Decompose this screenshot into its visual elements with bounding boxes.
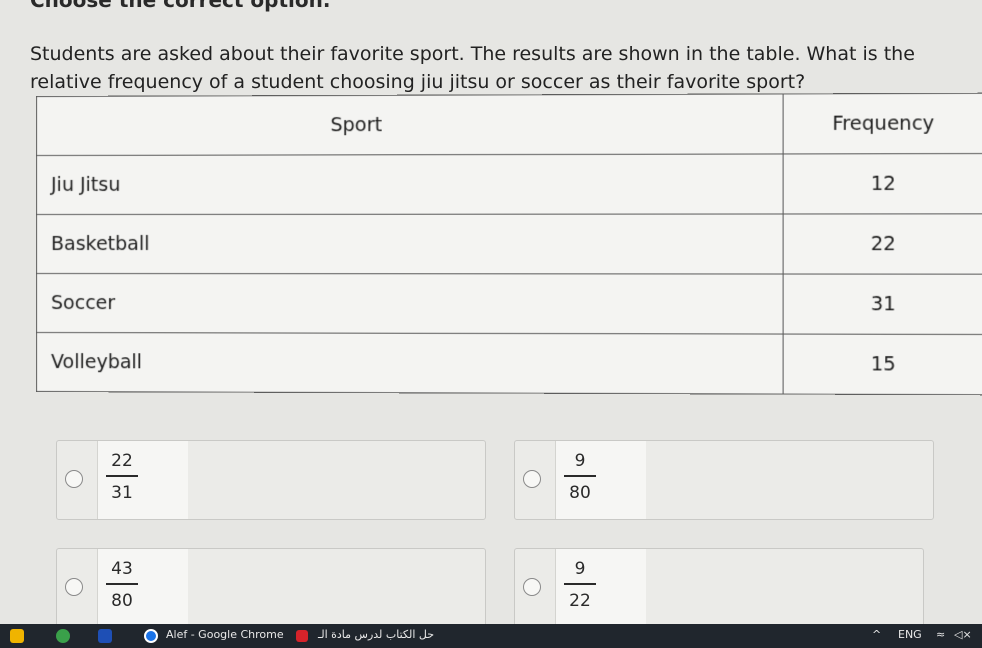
sport-name: Volleyball — [36, 333, 783, 395]
fraction-numerator: 9 — [575, 451, 586, 475]
fraction-numerator: 9 — [575, 559, 586, 583]
sport-frequency: 15 — [783, 334, 982, 395]
folder-icon[interactable] — [10, 629, 24, 643]
sport-frequency: 12 — [783, 154, 982, 214]
header-frequency: Frequency — [783, 93, 982, 154]
option-c[interactable]: 43 80 — [56, 548, 486, 628]
taskbar-arabic-label[interactable]: حل الكتاب لدرس مادة الـ — [318, 628, 434, 641]
fraction: 9 22 — [557, 559, 603, 611]
table-row: Volleyball 15 — [36, 333, 982, 395]
sport-frequency: 22 — [783, 214, 982, 274]
header-sport: Sport — [36, 94, 783, 156]
wifi-icon[interactable]: ≈ — [936, 628, 945, 641]
fraction: 43 80 — [99, 559, 145, 611]
chevron-up-icon[interactable]: ^ — [872, 628, 881, 641]
fraction-denominator: 80 — [569, 477, 591, 503]
sport-frequency: 31 — [783, 274, 982, 334]
option-a[interactable]: 22 31 — [56, 440, 486, 520]
fraction: 22 31 — [99, 451, 145, 503]
language-indicator[interactable]: ENG — [898, 628, 922, 641]
radio-button[interactable] — [523, 578, 541, 596]
option-b[interactable]: 9 80 — [514, 440, 934, 520]
table-header-row: Sport Frequency — [36, 93, 982, 155]
app-icon[interactable] — [56, 629, 70, 643]
table-row: Basketball 22 — [36, 214, 982, 274]
radio-button[interactable] — [65, 578, 83, 596]
table-row: Jiu Jitsu 12 — [36, 154, 982, 215]
fraction: 9 80 — [557, 451, 603, 503]
chrome-icon[interactable] — [144, 629, 158, 643]
instruction-header: Choose the correct option. — [30, 0, 330, 12]
table-row: Soccer 31 — [36, 274, 982, 335]
sport-name: Basketball — [36, 214, 783, 274]
fraction-denominator: 31 — [111, 477, 133, 503]
fraction-denominator: 22 — [569, 585, 591, 611]
fraction-numerator: 43 — [111, 559, 133, 583]
sport-name: Jiu Jitsu — [36, 154, 783, 215]
sport-frequency-table: Sport Frequency Jiu Jitsu 12 Basketball … — [36, 93, 982, 396]
taskbar-chrome-label[interactable]: Alef - Google Chrome — [166, 628, 284, 641]
option-d[interactable]: 9 22 — [514, 548, 924, 628]
question-text: Students are asked about their favorite … — [30, 40, 960, 96]
radio-button[interactable] — [65, 470, 83, 488]
fraction-denominator: 80 — [111, 585, 133, 611]
taskbar: Alef - Google Chrome حل الكتاب لدرس مادة… — [0, 624, 982, 648]
sport-name: Soccer — [36, 274, 783, 335]
volume-icon[interactable]: ◁× — [954, 628, 972, 641]
fraction-numerator: 22 — [111, 451, 133, 475]
radio-button[interactable] — [523, 470, 541, 488]
p-app-icon[interactable] — [296, 630, 308, 642]
app-icon[interactable] — [98, 629, 112, 643]
